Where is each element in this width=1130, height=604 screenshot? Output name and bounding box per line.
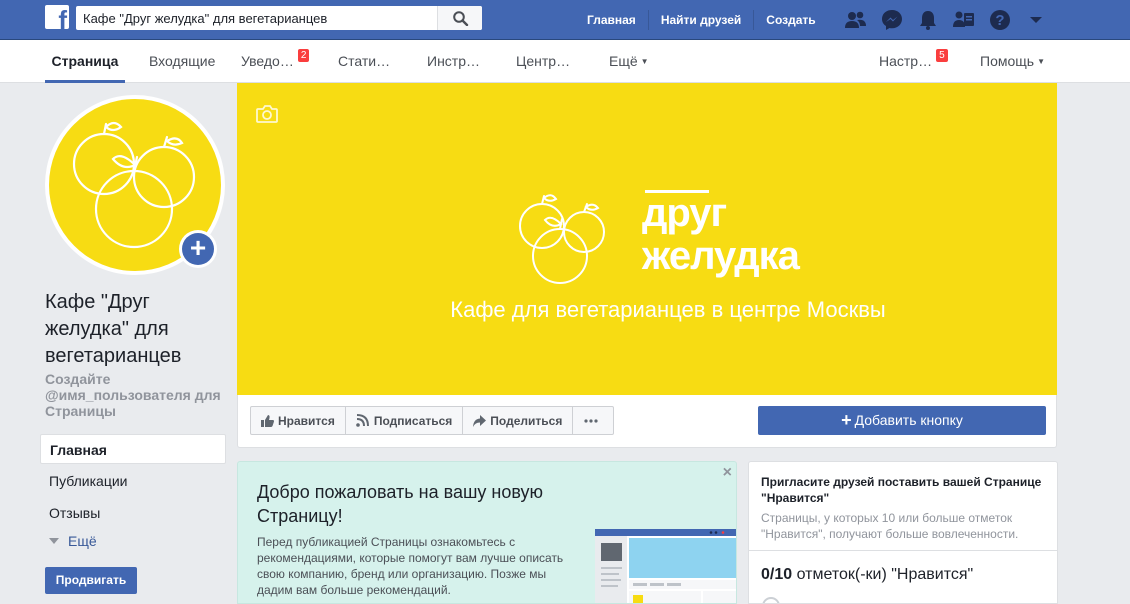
cover-brand-line2: желудка xyxy=(642,234,800,278)
tab-inbox[interactable]: Входящие xyxy=(149,40,215,83)
page-title: Кафе "Друг желудка" для вегетарианцев xyxy=(45,291,182,367)
search-button[interactable] xyxy=(437,6,482,30)
invite-radio[interactable] xyxy=(762,597,780,603)
tab-center[interactable]: Центр… xyxy=(516,40,570,83)
likes-count: 0/10 xyxy=(761,566,793,583)
plus-icon: + xyxy=(841,410,852,430)
left-nav-posts[interactable]: Публикации xyxy=(40,466,226,496)
likes-count-label: отметок(-ки) "Нравится" xyxy=(796,566,974,583)
likes-progress: 0/10 отметок(-ки) "Нравится" xyxy=(761,565,973,585)
like-button[interactable]: Нравится xyxy=(250,406,346,435)
caret-down-icon: ▼ xyxy=(1037,57,1045,66)
help-icon[interactable]: ? xyxy=(982,0,1018,40)
svg-text:?: ? xyxy=(995,12,1004,29)
cover-photo[interactable]: друг желудка Кафе для вегетарианцев в це… xyxy=(237,83,1057,395)
people-icon[interactable] xyxy=(946,0,982,40)
search-input[interactable] xyxy=(76,6,436,30)
left-nav-more[interactable]: Ещё xyxy=(40,526,226,556)
tab-help-label: Помощь xyxy=(980,53,1035,69)
tab-notifications[interactable]: Уведо… 2 xyxy=(241,40,310,83)
cover-brand-line1: друг xyxy=(642,191,727,235)
share-button[interactable]: Поделиться xyxy=(462,406,574,435)
plus-icon: + xyxy=(182,233,214,265)
follow-button-label: Подписаться xyxy=(373,413,453,428)
left-nav-reviews[interactable]: Отзывы xyxy=(40,498,226,528)
tab-page[interactable]: Страница xyxy=(45,40,125,83)
welcome-text: Перед публикацией Страницы ознакомьтесь … xyxy=(257,535,564,597)
welcome-card: × Добро пожаловать на вашу новую Страниц… xyxy=(237,461,737,604)
welcome-title: Добро пожаловать на вашу новую Страницу! xyxy=(257,482,544,526)
tab-page-label: Страница xyxy=(51,53,119,69)
left-nav-home[interactable]: Главная xyxy=(40,434,226,464)
invite-text: Страницы, у которых 10 или больше отмето… xyxy=(761,511,1019,541)
tab-help[interactable]: Помощь ▼ xyxy=(980,40,1045,83)
add-button-button[interactable]: + Добавить кнопку xyxy=(758,406,1046,435)
dropdown-icon[interactable] xyxy=(1018,0,1054,40)
top-nav-links: Главная Найти друзей Создать xyxy=(575,0,828,40)
thumbs-up-icon xyxy=(261,414,274,427)
tab-more[interactable]: Ещё ▼ xyxy=(609,40,649,83)
tab-statistics-label: Стати… xyxy=(338,53,391,69)
page-action-bar: Нравится Подписаться Поделиться + Добавит… xyxy=(237,395,1057,448)
close-icon[interactable]: × xyxy=(723,465,732,481)
bell-icon[interactable] xyxy=(910,0,946,40)
nav-find-friends-link[interactable]: Найти друзей xyxy=(649,10,755,30)
tab-tools[interactable]: Инстр… xyxy=(427,40,480,83)
share-button-label: Поделиться xyxy=(490,413,563,428)
search-icon xyxy=(453,11,469,26)
share-icon xyxy=(473,414,487,427)
tab-notifications-label: Уведо… xyxy=(241,53,294,69)
follow-button[interactable]: Подписаться xyxy=(344,406,464,435)
nav-home-link[interactable]: Главная xyxy=(575,10,649,30)
caret-down-icon: ▼ xyxy=(640,57,649,66)
invite-friends-card: Пригласите друзей поставить вашей Страни… xyxy=(748,461,1058,604)
create-username-link[interactable]: Создайте @имя_пользователя для Страницы xyxy=(45,371,235,419)
more-options-button[interactable] xyxy=(572,406,615,435)
left-nav-more-label: Ещё xyxy=(68,533,97,549)
settings-badge: 5 xyxy=(936,49,948,62)
like-button-label: Нравится xyxy=(278,413,335,428)
cover-apples-icon xyxy=(519,194,605,284)
search-box xyxy=(76,6,482,30)
facebook-logo-icon[interactable]: f xyxy=(45,5,69,29)
tab-inbox-label: Входящие xyxy=(149,53,216,69)
top-navigation-bar: f Главная Найти друзей Создать ? xyxy=(0,0,1130,40)
add-button-label: Добавить кнопку xyxy=(854,412,963,428)
notifications-badge: 2 xyxy=(297,49,310,62)
tab-statistics[interactable]: Стати… xyxy=(338,40,390,83)
tab-tools-label: Инстр… xyxy=(427,53,480,69)
divider xyxy=(749,550,1057,551)
invite-title: Пригласите друзей поставить вашей Страни… xyxy=(761,475,1042,505)
triangle-down-icon xyxy=(49,538,59,544)
more-dots-icon xyxy=(584,418,598,423)
page-tabs-bar: Страница Входящие Уведо… 2 Стати… Инстр… … xyxy=(0,40,1130,83)
page-preview-illustration xyxy=(595,529,736,603)
action-buttons: Нравится Подписаться Поделиться xyxy=(250,406,615,435)
tab-center-label: Центр… xyxy=(516,53,571,69)
friends-icon[interactable] xyxy=(838,0,874,40)
top-icons: ? xyxy=(838,0,1054,40)
camera-icon[interactable] xyxy=(256,105,278,123)
nav-create-link[interactable]: Создать xyxy=(754,10,827,30)
messenger-icon[interactable] xyxy=(874,0,910,40)
tab-more-label: Ещё xyxy=(609,53,638,69)
tab-settings-label: Настр… xyxy=(879,53,933,69)
cover-subtitle: Кафе для вегетарианцев в центре Москвы xyxy=(450,297,886,322)
promote-button[interactable]: Продвигать xyxy=(45,567,137,594)
add-photo-button[interactable]: + xyxy=(179,230,217,268)
rss-icon xyxy=(356,414,369,427)
tab-settings[interactable]: Настр… 5 xyxy=(879,40,948,83)
